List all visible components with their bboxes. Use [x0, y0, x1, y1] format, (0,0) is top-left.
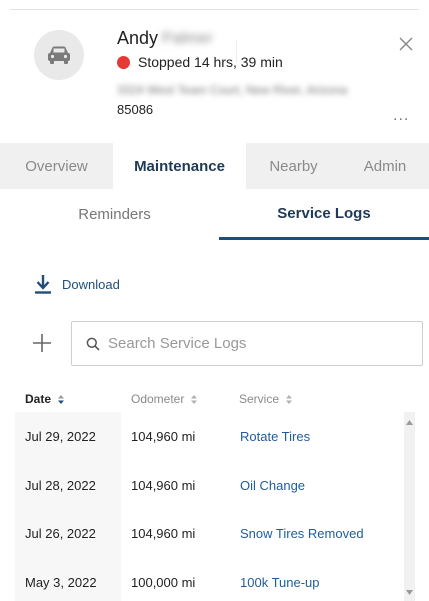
tab-service-logs[interactable]: Service Logs	[219, 189, 429, 240]
cell-service-link[interactable]: Rotate Tires	[240, 429, 310, 444]
sub-tab-bar: Reminders Service Logs	[0, 189, 429, 240]
cell-service-link[interactable]: 100k Tune-up	[240, 575, 320, 590]
column-header-date[interactable]: Date	[25, 392, 65, 406]
cell-odometer: 104,960 mi	[131, 478, 196, 493]
cell-date: May 3, 2022	[25, 575, 97, 590]
column-label-service: Service	[239, 392, 280, 406]
table-row: May 3, 2022 100,000 mi 100k Tune-up	[0, 558, 403, 601]
tab-nearby[interactable]: Nearby	[246, 143, 341, 189]
cell-odometer: 100,000 mi	[131, 575, 196, 590]
main-tab-bar: Overview Maintenance Nearby Admin	[0, 143, 429, 189]
tab-reminders[interactable]: Reminders	[10, 189, 219, 240]
download-icon	[35, 275, 51, 294]
scroll-up-arrow-icon[interactable]	[406, 420, 413, 425]
close-button[interactable]	[396, 34, 416, 54]
download-label: Download	[62, 276, 120, 292]
table-row: Jul 28, 2022 104,960 mi Oil Change	[0, 461, 403, 509]
column-label-date: Date	[25, 392, 52, 406]
cell-service-link[interactable]: Snow Tires Removed	[240, 526, 364, 541]
search-box[interactable]	[71, 321, 423, 366]
tab-maintenance[interactable]: Maintenance	[113, 143, 246, 189]
column-label-odometer: Odometer	[131, 392, 185, 406]
sort-icon	[57, 394, 65, 405]
tab-overview[interactable]: Overview	[0, 143, 113, 189]
download-button[interactable]: Download	[34, 274, 120, 294]
cell-odometer: 104,960 mi	[131, 526, 196, 541]
vehicle-address: 3324 West Team Court, New River, Arizona	[117, 83, 348, 97]
driver-last-name: Palmer	[162, 29, 213, 47]
table-row: Jul 29, 2022 104,960 mi Rotate Tires	[0, 412, 403, 460]
sort-icon	[190, 394, 198, 405]
sort-icon	[285, 394, 293, 405]
service-log-table: Jul 29, 2022 104,960 mi Rotate Tires Jul…	[0, 412, 403, 601]
table-row: Jul 26, 2022 104,960 mi Snow Tires Remov…	[0, 509, 403, 557]
scroll-down-arrow-icon[interactable]	[406, 590, 413, 595]
more-options-button[interactable]: ...	[393, 107, 409, 125]
close-icon	[399, 37, 413, 51]
car-icon	[48, 46, 70, 64]
vehicle-status: Stopped 14 hrs, 39 min	[117, 54, 283, 70]
status-text: Stopped 14 hrs, 39 min	[138, 54, 283, 70]
tab-admin[interactable]: Admin	[341, 143, 429, 189]
vehicle-avatar	[34, 30, 84, 80]
search-input[interactable]	[108, 335, 408, 352]
cell-odometer: 104,960 mi	[131, 429, 196, 444]
cell-date: Jul 29, 2022	[25, 429, 96, 444]
table-scrollbar[interactable]	[404, 412, 415, 601]
cell-date: Jul 28, 2022	[25, 478, 96, 493]
column-header-service[interactable]: Service	[239, 392, 293, 406]
add-service-log-button[interactable]	[32, 333, 52, 353]
cell-service-link[interactable]: Oil Change	[240, 478, 305, 493]
driver-name: Andy Palmer	[117, 28, 213, 49]
plus-icon	[33, 334, 51, 352]
vehicle-zip: 85086	[117, 102, 154, 117]
column-header-odometer[interactable]: Odometer	[131, 392, 198, 406]
cell-date: Jul 26, 2022	[25, 526, 96, 541]
vehicle-header: Andy Palmer Stopped 14 hrs, 39 min 3324 …	[0, 10, 429, 142]
status-dot-icon	[117, 55, 130, 69]
table-header: Date Odometer Service	[0, 388, 429, 412]
driver-first-name: Andy	[117, 28, 159, 48]
search-icon	[86, 337, 100, 351]
